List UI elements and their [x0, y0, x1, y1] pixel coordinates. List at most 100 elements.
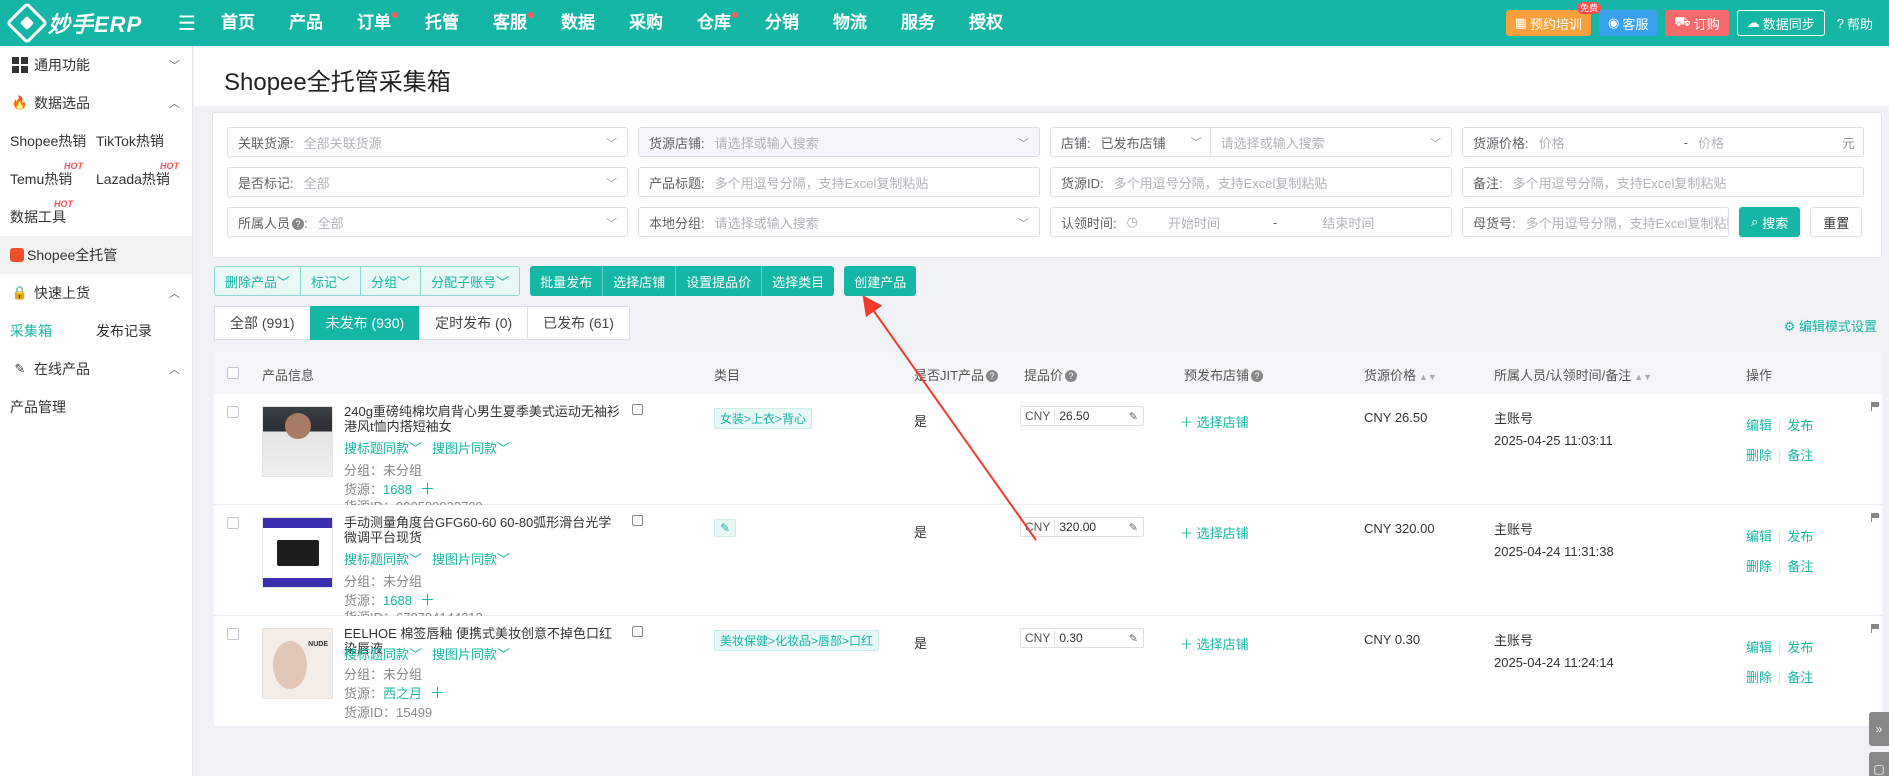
nav-hosting[interactable]: 托管: [408, 0, 476, 46]
publish-link[interactable]: 发布: [1787, 640, 1813, 655]
sidebar-item-product-manage[interactable]: 产品管理: [10, 397, 182, 417]
select-store-link[interactable]: ＋ 选择店铺: [1180, 412, 1249, 431]
search-title-link[interactable]: 搜标题同款﹀: [344, 644, 422, 663]
nav-home[interactable]: 首页: [204, 0, 272, 46]
pencil-icon[interactable]: ✎: [1129, 521, 1143, 534]
order-button[interactable]: ⛟ 订购: [1665, 10, 1729, 36]
src-price-sort[interactable]: 货源价格 ▲▼: [1364, 365, 1437, 384]
source-link[interactable]: 1688: [383, 593, 412, 608]
publish-link[interactable]: 发布: [1787, 418, 1813, 433]
nav-purchase[interactable]: 采购: [612, 0, 680, 46]
edit-link[interactable]: 编辑: [1746, 640, 1772, 655]
source-select[interactable]: 关联货源: 全部关联货源 ﹀: [227, 127, 628, 157]
search-image-link[interactable]: 搜图片同款﹀: [432, 549, 510, 568]
row-checkbox[interactable]: [227, 406, 239, 418]
group-dropdown[interactable]: 分组 ﹀: [360, 266, 422, 296]
window-icon[interactable]: ▢: [1869, 752, 1889, 776]
select-all-checkbox[interactable]: [227, 367, 239, 379]
edit-category-tag[interactable]: ✎: [714, 519, 737, 537]
marked-select[interactable]: 是否标记: 全部 ﹀: [227, 167, 628, 197]
sidebar-item-collect-box[interactable]: 采集箱: [10, 321, 96, 341]
sidebar-group-quick-upload[interactable]: 🔒 快速上货 ︿: [0, 274, 192, 312]
source-id-input[interactable]: 货源ID: 多个用逗号分隔，支持Excel复制粘贴: [1050, 167, 1452, 197]
edit-icon[interactable]: [632, 515, 643, 526]
training-button[interactable]: ▦ 预约培训 免费: [1505, 2, 1601, 36]
nav-customer-service[interactable]: 客服: [476, 0, 544, 46]
nav-authorize[interactable]: 授权: [952, 0, 1020, 46]
tab-all[interactable]: 全部 (991): [214, 306, 311, 340]
menu-toggle-icon[interactable]: ☰: [170, 11, 204, 36]
batch-publish-button[interactable]: 批量发布: [530, 266, 604, 296]
price-range[interactable]: 货源价格: 价格 - 价格 元: [1462, 127, 1864, 157]
parent-sku-input[interactable]: 母货号: 多个用逗号分隔，支持Excel复制粘贴: [1462, 207, 1729, 237]
title-input[interactable]: 产品标题: 多个用逗号分隔，支持Excel复制粘贴: [638, 167, 1040, 197]
nav-services[interactable]: 服务: [884, 0, 952, 46]
price-min-input[interactable]: 价格: [1539, 133, 1684, 152]
mark-dropdown[interactable]: 标记 ﹀: [300, 266, 362, 296]
owner-select[interactable]: 所属人员?: 全部 ﹀: [227, 207, 628, 237]
sidebar-item-publish-record[interactable]: 发布记录: [96, 321, 182, 341]
tab-scheduled[interactable]: 定时发布 (0): [419, 306, 529, 340]
help-button[interactable]: ? 帮助: [1833, 10, 1877, 36]
price-input[interactable]: CNY 320.00 ✎: [1020, 517, 1144, 537]
flag-icon[interactable]: [1871, 402, 1880, 411]
search-button[interactable]: ⌕ 搜索: [1739, 207, 1801, 237]
sidebar-group-online-products[interactable]: ✎ 在线产品 ︿: [0, 350, 192, 388]
row-checkbox[interactable]: [227, 517, 239, 529]
logo[interactable]: 妙手ERP: [0, 1, 170, 45]
product-thumbnail[interactable]: [262, 406, 333, 477]
select-store-link[interactable]: ＋ 选择店铺: [1180, 523, 1249, 542]
sidebar-item-temu-hot[interactable]: Temu热销 HOT: [10, 161, 96, 189]
note-link[interactable]: 备注: [1787, 670, 1813, 685]
edit-mode-settings-link[interactable]: ⚙ 编辑模式设置: [1784, 316, 1877, 335]
sidebar-item-tiktok-hot[interactable]: TikTok热销: [96, 131, 182, 151]
sidebar-item-shopee-hot[interactable]: Shopee热销: [10, 131, 96, 151]
product-thumbnail[interactable]: [262, 517, 333, 588]
note-link[interactable]: 备注: [1787, 559, 1813, 574]
reset-button[interactable]: 重置: [1810, 207, 1863, 237]
edit-icon[interactable]: [632, 404, 643, 415]
sidebar-item-data-tools[interactable]: 数据工具 HOT: [10, 199, 182, 227]
store-select[interactable]: 店铺: 已发布店铺 ﹀ 请选择或输入搜索 ﹀: [1050, 127, 1452, 157]
sidebar-item-lazada-hot[interactable]: Lazada热销 HOT: [96, 161, 182, 189]
price-input[interactable]: CNY 26.50 ✎: [1020, 406, 1144, 426]
flag-icon[interactable]: [1871, 624, 1880, 633]
add-source-icon[interactable]: ＋: [430, 685, 445, 702]
search-title-link[interactable]: 搜标题同款﹀: [344, 438, 422, 457]
pencil-icon[interactable]: ✎: [1129, 410, 1143, 423]
nav-products[interactable]: 产品: [272, 0, 340, 46]
sidebar-group-general[interactable]: 通用功能 ﹀: [0, 46, 192, 84]
edit-icon[interactable]: [632, 626, 643, 637]
price-input[interactable]: CNY 0.30 ✎: [1020, 628, 1144, 648]
data-sync-button[interactable]: ☁ 数据同步: [1736, 10, 1825, 36]
source-link[interactable]: 西之月: [383, 686, 422, 701]
search-title-link[interactable]: 搜标题同款﹀: [344, 549, 422, 568]
select-store-link[interactable]: ＋ 选择店铺: [1180, 634, 1249, 653]
nav-logistics[interactable]: 物流: [816, 0, 884, 46]
price-max-input[interactable]: 价格: [1698, 133, 1842, 152]
edit-link[interactable]: 编辑: [1746, 529, 1772, 544]
service-button[interactable]: ◉ 客服: [1599, 10, 1658, 36]
nav-data[interactable]: 数据: [544, 0, 612, 46]
assign-subaccount-dropdown[interactable]: 分配子账号 ﹀: [420, 266, 521, 296]
pencil-icon[interactable]: ✎: [1129, 632, 1143, 645]
nav-distribution[interactable]: 分销: [748, 0, 816, 46]
collapse-icon[interactable]: »: [1869, 712, 1889, 746]
tab-published[interactable]: 已发布 (61): [527, 306, 630, 340]
nav-orders[interactable]: 订单: [340, 0, 408, 46]
select-category-button[interactable]: 选择类目: [762, 266, 835, 296]
delete-link[interactable]: 删除: [1746, 559, 1772, 574]
local-group-select[interactable]: 本地分组: 请选择或输入搜索 ﹀: [638, 207, 1040, 237]
product-title[interactable]: 240g重磅纯棉坎肩背心男生夏季美式运动无袖衫港风t恤内搭短袖女: [344, 404, 624, 434]
row-checkbox[interactable]: [227, 628, 239, 640]
search-image-link[interactable]: 搜图片同款﹀: [432, 438, 510, 457]
source-store-select[interactable]: 货源店铺: 请选择或输入搜索 ﹀: [638, 127, 1040, 157]
note-link[interactable]: 备注: [1787, 448, 1813, 463]
owner-sort[interactable]: 所属人员/认领时间/备注 ▲▼: [1494, 365, 1652, 384]
sidebar-item-shopee-hosting[interactable]: Shopee全托管: [0, 236, 192, 274]
delete-product-dropdown[interactable]: 删除产品 ﹀: [214, 266, 302, 296]
publish-link[interactable]: 发布: [1787, 529, 1813, 544]
flag-icon[interactable]: [1871, 513, 1880, 522]
delete-link[interactable]: 删除: [1746, 670, 1772, 685]
note-input[interactable]: 备注: 多个用逗号分隔，支持Excel复制粘贴: [1462, 167, 1864, 197]
